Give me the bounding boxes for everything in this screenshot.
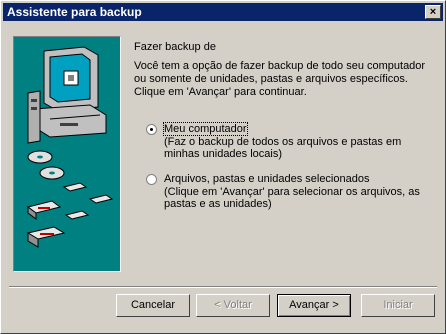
cancel-button-label: Cancelar <box>130 299 176 311</box>
next-button-label: Avançar > <box>289 299 339 311</box>
radio-my-computer[interactable] <box>146 124 157 135</box>
radio-selected-files[interactable] <box>146 174 157 185</box>
separator <box>9 286 437 288</box>
back-button-label: < Voltar <box>214 299 252 311</box>
section-heading: Fazer backup de <box>134 41 216 53</box>
option-my-computer-description: (Faz o backup de todos os arquivos e pas… <box>164 136 402 160</box>
option-selected-files-label: Arquivos, pastas e unidades selecionados <box>164 173 370 185</box>
description-text: Você tem a opção de fazer backup de todo… <box>134 60 426 98</box>
next-button[interactable]: Avançar > <box>277 294 351 317</box>
wizard-illustration <box>13 36 121 272</box>
close-icon: × <box>429 6 437 18</box>
option-selected-files-description: (Clique em 'Avançar' para selecionar os … <box>164 186 420 210</box>
backup-wizard-window: Assistente para backup × Fazer backup de… <box>0 0 446 334</box>
close-button[interactable]: × <box>425 5 441 19</box>
radio-selected-dot <box>150 128 153 131</box>
start-button-label: Iniciar <box>383 299 413 311</box>
title-bar[interactable]: Assistente para backup × <box>3 3 443 21</box>
option-my-computer-label: Meu computador <box>163 122 248 136</box>
option-selected-files[interactable]: Arquivos, pastas e unidades selecionados… <box>146 173 436 213</box>
option-my-computer[interactable]: Meu computador (Faz o backup de todos os… <box>146 122 436 163</box>
computer-backup-icon <box>26 46 114 248</box>
back-button[interactable]: < Voltar <box>196 294 270 317</box>
cancel-button[interactable]: Cancelar <box>116 294 190 317</box>
window-title: Assistente para backup <box>7 5 142 19</box>
start-button[interactable]: Iniciar <box>361 294 435 317</box>
